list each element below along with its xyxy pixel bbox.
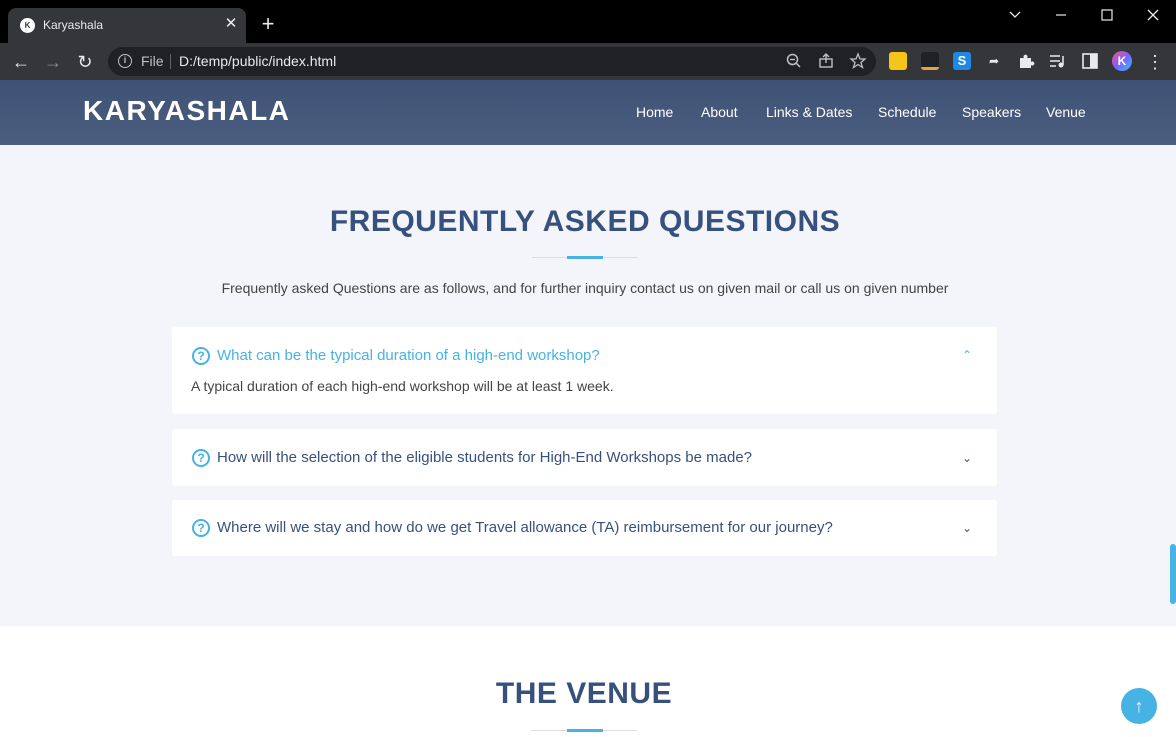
zoom-icon[interactable]: [785, 52, 803, 70]
bookmark-star-icon[interactable]: [849, 52, 867, 70]
nav-speakers[interactable]: Speakers: [962, 104, 1021, 120]
tab-search-icon[interactable]: [1004, 6, 1026, 24]
extension-icon[interactable]: [889, 52, 907, 70]
info-icon[interactable]: i: [118, 54, 132, 68]
question-circle-icon: ?: [192, 519, 210, 537]
nav-links-dates[interactable]: Links & Dates: [766, 104, 852, 120]
nav-venue[interactable]: Venue: [1046, 104, 1086, 120]
faq-item-1[interactable]: ? What can be the typical duration of a …: [172, 327, 997, 414]
title-divider-accent: [567, 729, 603, 732]
extension-s-icon[interactable]: S: [953, 52, 971, 70]
faq-question[interactable]: Where will we stay and how do we get Tra…: [217, 519, 833, 536]
faq-section: FREQUENTLY ASKED QUESTIONS Frequently as…: [0, 145, 1176, 626]
venue-title: THE VENUE: [495, 677, 673, 710]
back-arrow-icon[interactable]: ←: [10, 51, 32, 73]
faq-subtitle: Frequently asked Questions are as follow…: [221, 280, 949, 296]
question-circle-icon: ?: [192, 449, 210, 467]
nav-home[interactable]: Home: [636, 104, 673, 120]
scrollbar-thumb[interactable]: [1170, 544, 1176, 604]
extension-icon[interactable]: [921, 52, 939, 70]
browser-tab[interactable]: K Karyashala ✕: [8, 8, 246, 43]
address-bar[interactable]: i File D:/temp/public/index.html: [108, 47, 876, 76]
close-window-icon[interactable]: [1142, 6, 1164, 24]
minimize-icon[interactable]: [1050, 6, 1072, 24]
share-icon[interactable]: [817, 52, 835, 70]
nav-about[interactable]: About: [701, 104, 738, 120]
title-divider-accent: [567, 256, 603, 259]
back-to-top-button[interactable]: ↑: [1121, 688, 1157, 724]
chevron-down-icon[interactable]: ⌄: [959, 520, 975, 536]
separator: [170, 54, 171, 69]
extension-icon[interactable]: ➦: [985, 52, 1003, 70]
chevron-down-icon[interactable]: ⌄: [959, 450, 975, 466]
site-favicon-icon: K: [20, 18, 35, 33]
nav-schedule[interactable]: Schedule: [878, 104, 936, 120]
tab-close-button[interactable]: ✕: [222, 15, 240, 33]
faq-item-2[interactable]: ? How will the selection of the eligible…: [172, 429, 997, 486]
page-viewport: KARYASHALA Home About Links & Dates Sche…: [0, 80, 1176, 737]
browser-tab-bar: K Karyashala ✕ +: [0, 0, 1176, 43]
browser-toolbar: ← → ↻ i File D:/temp/public/index.html S…: [0, 43, 1176, 80]
question-circle-icon: ?: [192, 347, 210, 365]
reload-icon[interactable]: ↻: [74, 51, 96, 73]
chevron-up-icon[interactable]: ⌃: [959, 347, 975, 363]
faq-question[interactable]: How will the selection of the eligible s…: [217, 449, 752, 466]
faq-item-3[interactable]: ? Where will we stay and how do we get T…: [172, 500, 997, 556]
url-text[interactable]: D:/temp/public/index.html: [179, 53, 336, 69]
extensions-puzzle-icon[interactable]: [1017, 52, 1035, 70]
faq-answer: A typical duration of each high-end work…: [191, 378, 614, 394]
menu-dots-icon[interactable]: ⋮: [1144, 51, 1166, 73]
maximize-icon[interactable]: [1096, 6, 1118, 24]
tab-title: Karyashala: [43, 18, 104, 32]
faq-title: FREQUENTLY ASKED QUESTIONS: [329, 205, 841, 238]
faq-question[interactable]: What can be the typical duration of a hi…: [217, 347, 600, 364]
media-control-icon[interactable]: [1048, 52, 1066, 70]
file-label: File: [141, 53, 164, 69]
forward-arrow-icon[interactable]: →: [42, 51, 64, 73]
site-logo[interactable]: KARYASHALA: [83, 95, 290, 127]
profile-avatar[interactable]: K: [1112, 51, 1132, 71]
site-header: KARYASHALA Home About Links & Dates Sche…: [0, 80, 1176, 145]
side-panel-icon[interactable]: [1081, 52, 1099, 70]
new-tab-button[interactable]: +: [258, 13, 278, 35]
